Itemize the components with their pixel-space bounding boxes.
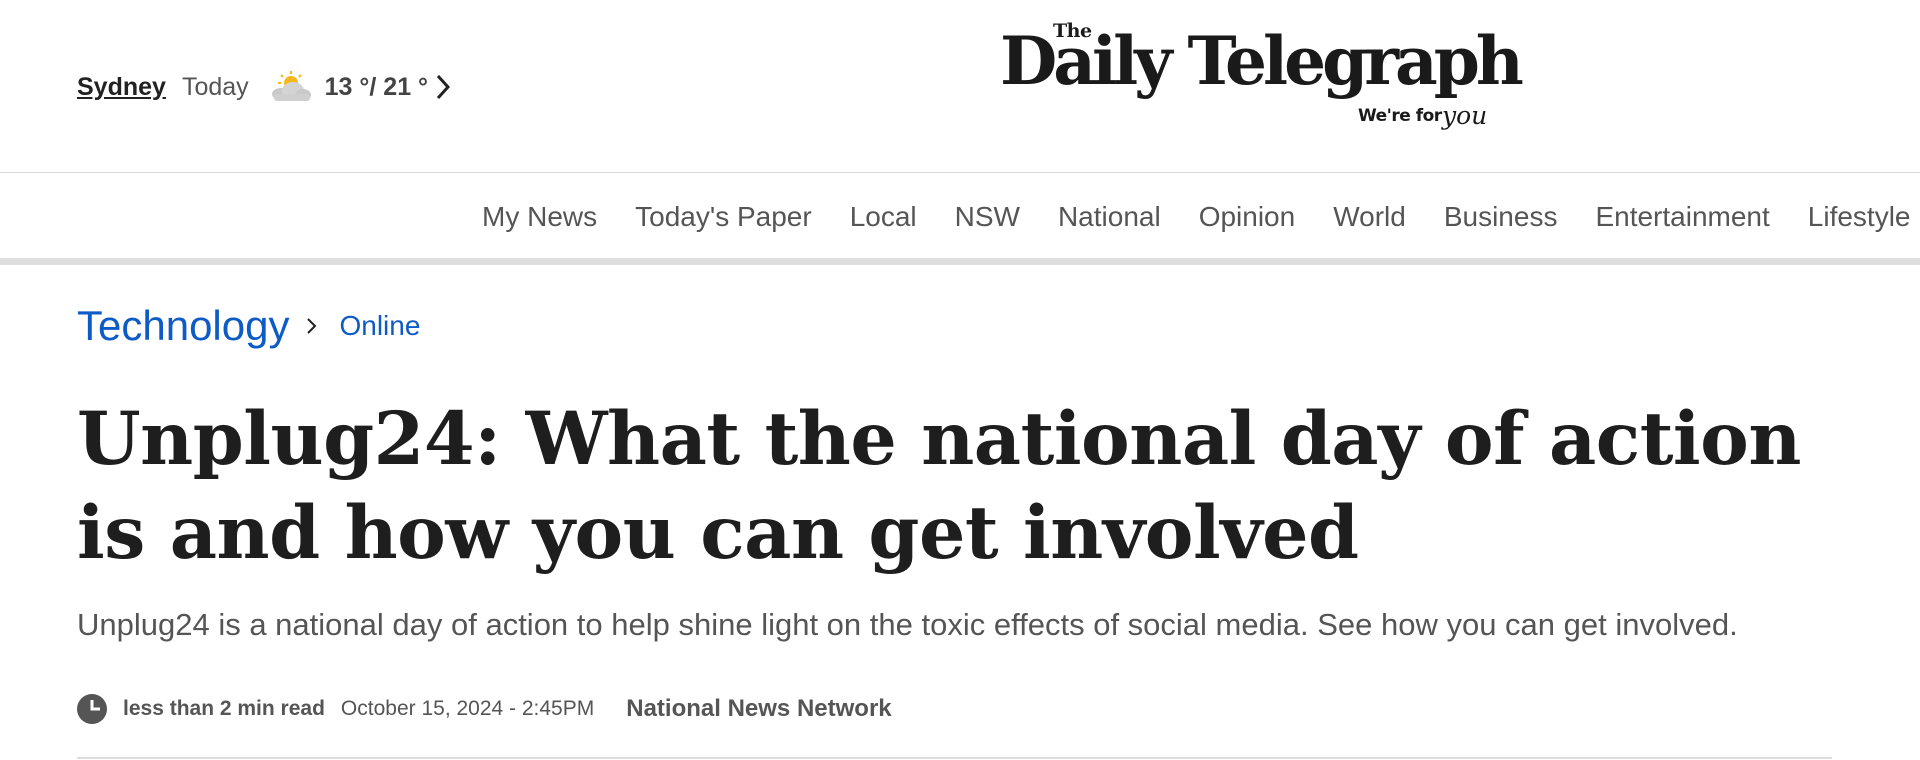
article-meta: less than 2 min read October 15, 2024 - … (77, 694, 892, 724)
nav-item-opinion[interactable]: Opinion (1199, 201, 1296, 233)
main-navigation: My News Today's Paper Local NSW National… (0, 173, 1920, 265)
nav-item-nsw[interactable]: NSW (955, 201, 1020, 233)
nav-item-my-news[interactable]: My News (482, 201, 597, 233)
chevron-right-icon (307, 318, 317, 334)
logo-tagline-prefix: We're for (1358, 106, 1442, 126)
logo-wordmark: Daily Telegraph (1000, 22, 1524, 100)
author-link[interactable]: National News Network (626, 695, 891, 723)
read-time: less than 2 min read (123, 697, 325, 720)
clock-icon (77, 694, 107, 724)
divider (77, 757, 1832, 759)
site-header: Sydney Today 13 °/ 21 ° The Daily Telegr… (0, 0, 1920, 173)
logo-tagline-script: you (1442, 101, 1488, 130)
chevron-right-icon[interactable] (434, 72, 452, 102)
partly-sunny-icon (271, 71, 311, 101)
breadcrumb-subsection-link[interactable]: Online (339, 310, 420, 342)
publish-date: October 15, 2024 - 2:45PM (340, 697, 595, 720)
article-headline: Unplug24: What the national day of actio… (77, 396, 1801, 576)
nav-item-world[interactable]: World (1333, 201, 1406, 233)
nav-item-business[interactable]: Business (1444, 201, 1558, 233)
nav-item-todays-paper[interactable]: Today's Paper (635, 201, 812, 233)
weather-day-label: Today (181, 72, 249, 101)
article-standfirst: Unplug24 is a national day of action to … (77, 607, 1738, 642)
weather-widget[interactable]: Sydney Today 13 °/ 21 ° (77, 70, 452, 104)
nav-item-entertainment[interactable]: Entertainment (1595, 201, 1769, 233)
nav-item-local[interactable]: Local (850, 201, 917, 233)
weather-temperature: 13 °/ 21 ° (324, 72, 429, 101)
nav-item-lifestyle[interactable]: Lifestyle (1808, 201, 1911, 233)
nav-item-national[interactable]: National (1058, 201, 1161, 233)
breadcrumb-section-link[interactable]: Technology (77, 302, 289, 350)
breadcrumb: Technology Online (77, 302, 420, 350)
nav-list: My News Today's Paper Local NSW National… (482, 201, 1920, 233)
weather-city-link[interactable]: Sydney (77, 73, 166, 102)
site-logo[interactable]: The Daily Telegraph We're for you (1000, 14, 1524, 144)
